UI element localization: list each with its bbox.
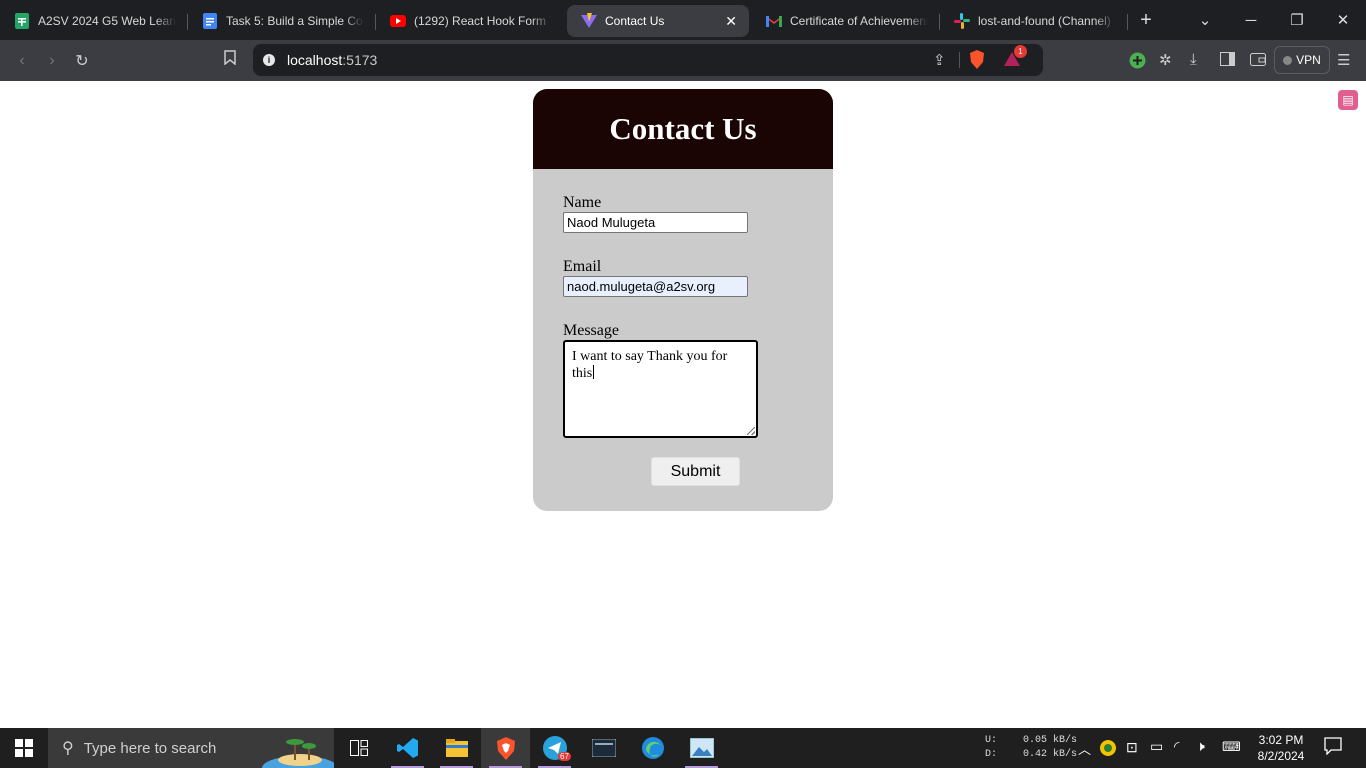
network-speed-widget: U: 0.05 kB/s D: 0.42 kB/s bbox=[985, 734, 1077, 762]
tab-label: Contact Us bbox=[605, 14, 665, 28]
brave-browser-icon[interactable] bbox=[481, 728, 530, 768]
back-icon[interactable]: ‹ bbox=[7, 52, 37, 70]
window-close-icon[interactable]: ✕ bbox=[1320, 11, 1366, 29]
tab-search-icon[interactable]: ⌄ bbox=[1182, 11, 1228, 29]
tab-gmail[interactable]: Certificate of Achievement bbox=[752, 5, 940, 37]
taskbar-search-box[interactable]: ⚲ Type here to search bbox=[48, 728, 334, 768]
net-down-label: D: bbox=[985, 749, 998, 760]
vpn-button[interactable]: VPN bbox=[1274, 46, 1330, 74]
forward-icon[interactable]: › bbox=[37, 52, 67, 70]
tab-contact-us[interactable]: Contact Us ✕ bbox=[567, 5, 749, 37]
tab-docs[interactable]: Task 5: Build a Simple Con bbox=[188, 5, 376, 37]
url-text: localhost:5173 bbox=[287, 52, 377, 68]
keyboard-icon[interactable]: ⌨ bbox=[1222, 739, 1241, 755]
tab-label: Certificate of Achievement bbox=[790, 14, 928, 28]
net-up-label: U: bbox=[985, 735, 998, 746]
clock-date: 8/2/2024 bbox=[1257, 749, 1305, 763]
tab-youtube[interactable]: (1292) React Hook Form T bbox=[376, 5, 564, 37]
sidebar-icon[interactable] bbox=[1220, 52, 1235, 70]
download-icon[interactable]: ⤓ bbox=[1190, 51, 1197, 68]
file-explorer-icon[interactable] bbox=[432, 728, 481, 768]
site-info-icon[interactable]: i bbox=[263, 54, 275, 66]
tab-label: lost-and-found (Channel) bbox=[978, 14, 1111, 28]
menu-icon[interactable]: ☰ bbox=[1337, 51, 1350, 69]
brave-rewards-icon[interactable]: 1 bbox=[1003, 45, 1027, 72]
tab-label: Task 5: Build a Simple Con bbox=[226, 14, 364, 28]
vscode-icon[interactable] bbox=[383, 728, 432, 768]
tray-app-icon[interactable] bbox=[1100, 740, 1116, 761]
page-viewport: Contact Us Name Naod Mulugeta Email naod… bbox=[0, 81, 1366, 728]
volume-muted-icon[interactable]: 🕨 bbox=[1196, 738, 1205, 755]
notifications-icon[interactable] bbox=[1324, 737, 1342, 760]
task-view-icon[interactable] bbox=[334, 728, 383, 768]
name-field[interactable]: Naod Mulugeta bbox=[563, 212, 748, 233]
google-docs-icon bbox=[202, 13, 218, 29]
email-field[interactable]: naod.mulugeta@a2sv.org bbox=[563, 276, 748, 297]
net-up-value: 0.05 kB/s bbox=[1023, 735, 1078, 746]
text-caret bbox=[593, 365, 595, 379]
show-hidden-icons-icon[interactable]: ︿ bbox=[1078, 739, 1091, 758]
gmail-icon bbox=[766, 13, 782, 29]
card-header: Contact Us bbox=[533, 89, 833, 169]
extension-add-icon[interactable] bbox=[1129, 52, 1146, 73]
system-clock[interactable]: 3:02 PM 8/2/2024 bbox=[1252, 732, 1310, 764]
message-textarea[interactable]: I want to say Thank you for this bbox=[563, 340, 758, 438]
tab-strip: A2SV 2024 G5 Web Learni Task 5: Build a … bbox=[0, 0, 1366, 40]
resize-handle-icon[interactable] bbox=[747, 427, 755, 435]
page-title: Contact Us bbox=[609, 111, 757, 146]
vpn-label: VPN bbox=[1296, 53, 1321, 67]
close-tab-icon[interactable]: ✕ bbox=[725, 13, 737, 30]
tab-slack[interactable]: lost-and-found (Channel) bbox=[940, 5, 1128, 37]
battery-icon[interactable]: ▭ bbox=[1150, 738, 1163, 755]
island-illustration-icon bbox=[260, 732, 334, 768]
slack-icon bbox=[954, 13, 970, 29]
youtube-icon bbox=[390, 13, 406, 29]
net-down-value: 0.42 kB/s bbox=[1023, 749, 1078, 760]
contact-form-card: Contact Us Name Naod Mulugeta Email naod… bbox=[533, 89, 833, 511]
bookmark-icon[interactable] bbox=[215, 50, 245, 70]
wifi-icon[interactable]: ◜ bbox=[1174, 738, 1179, 755]
new-tab-button[interactable]: + bbox=[1128, 9, 1164, 32]
tab-label: (1292) React Hook Form T bbox=[414, 14, 552, 28]
brave-shields-icon[interactable] bbox=[969, 50, 985, 74]
tab-label: A2SV 2024 G5 Web Learni bbox=[38, 14, 176, 28]
search-icon: ⚲ bbox=[62, 740, 74, 757]
share-icon[interactable]: ⇪ bbox=[933, 51, 946, 69]
message-label: Message bbox=[563, 322, 619, 339]
photos-app-icon[interactable] bbox=[677, 728, 726, 768]
telegram-badge: 67 bbox=[558, 752, 571, 761]
clipboard-extension-icon[interactable]: ▤ bbox=[1338, 90, 1358, 110]
wallet-icon[interactable] bbox=[1250, 52, 1266, 70]
address-bar[interactable]: i localhost:5173 ⇪ 1 bbox=[253, 44, 1043, 76]
url-port: :5173 bbox=[342, 52, 378, 68]
restore-icon[interactable]: ❐ bbox=[1274, 11, 1320, 29]
vite-icon bbox=[581, 13, 597, 29]
vpn-status-icon bbox=[1283, 55, 1293, 65]
rewards-badge: 1 bbox=[1014, 45, 1027, 58]
telegram-icon[interactable]: 67 bbox=[530, 728, 579, 768]
edge-icon[interactable] bbox=[628, 728, 677, 768]
message-text: I want to say Thank you for this bbox=[572, 349, 728, 381]
reload-icon[interactable]: ↻ bbox=[67, 51, 97, 71]
email-label: Email bbox=[563, 258, 602, 275]
windows-start-icon[interactable] bbox=[0, 728, 48, 768]
name-label: Name bbox=[563, 194, 602, 211]
windows-taskbar: ⚲ Type here to search 67 U: 0.05 kB/s D: 0… bbox=[0, 728, 1366, 768]
clock-time: 3:02 PM bbox=[1258, 733, 1304, 747]
search-placeholder: Type here to search bbox=[83, 739, 217, 757]
tab-sheets[interactable]: A2SV 2024 G5 Web Learni bbox=[0, 5, 188, 37]
terminal-app-icon[interactable] bbox=[579, 728, 628, 768]
google-sheets-icon bbox=[14, 13, 30, 29]
url-host: localhost bbox=[287, 52, 343, 68]
minimize-icon[interactable]: ─ bbox=[1228, 12, 1274, 29]
browser-toolbar: ‹ › ↻ i localhost:5173 ⇪ 1 ✲ ⤓ VPN ☰ bbox=[0, 40, 1366, 81]
meet-now-icon[interactable]: ⊡ bbox=[1126, 739, 1138, 756]
submit-button[interactable]: Submit bbox=[651, 457, 740, 486]
extensions-puzzle-icon[interactable]: ✲ bbox=[1159, 51, 1172, 69]
